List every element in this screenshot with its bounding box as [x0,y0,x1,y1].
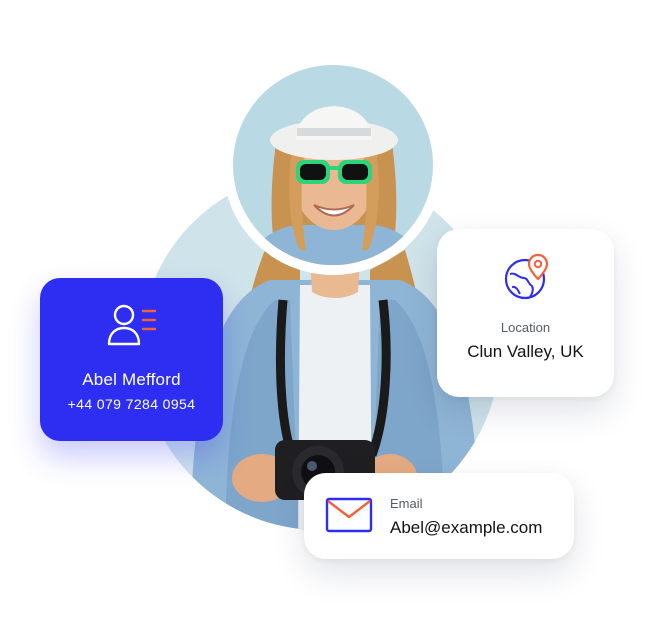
user-list-icon [107,304,157,346]
email-value: Abel@example.com [390,518,543,537]
contact-name: Abel Mefford [82,370,181,389]
contact-phone: +44 079 7284 0954 [67,396,196,412]
location-value: Clun Valley, UK [467,342,584,361]
location-label: Location [500,320,551,335]
email-label: Email [390,496,423,511]
envelope-icon [325,497,373,533]
globe-pin-icon [504,253,549,300]
